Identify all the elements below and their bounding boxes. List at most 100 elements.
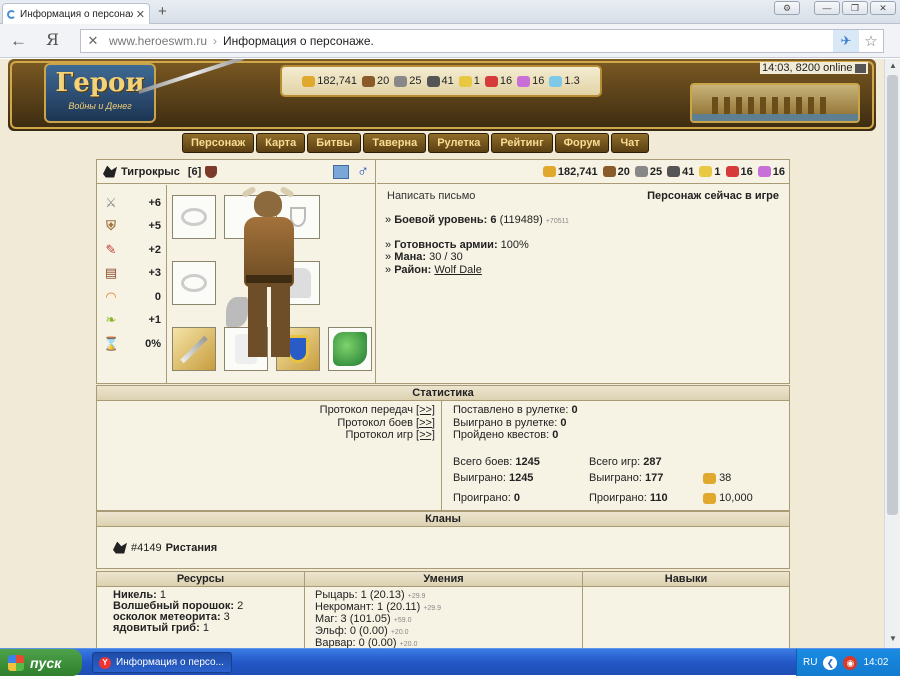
castle-banner	[690, 83, 860, 123]
diamond-icon	[549, 75, 563, 87]
browser-tabbar: Информация о персонаж ✕ + ⚙ — ❐ ✕	[0, 0, 900, 24]
ring-icon	[181, 208, 207, 226]
vertical-scrollbar[interactable]: ▲ ▼	[884, 59, 900, 648]
clan-id[interactable]: #4149	[131, 542, 162, 554]
nav-character[interactable]: Персонаж	[182, 133, 255, 153]
skills-list: Рыцарь: 1 (20.13) +29.9 Некромант: 1 (20…	[305, 587, 583, 648]
faction-shield-icon	[205, 165, 218, 178]
mercury-icon	[667, 166, 681, 177]
gold-icon	[302, 75, 316, 87]
clans-body: #4149 Ристания	[96, 527, 790, 569]
settings-icon[interactable]: ⚙	[774, 1, 800, 15]
yandex-browser-icon: Y	[99, 656, 111, 669]
close-window-button[interactable]: ✕	[870, 1, 896, 15]
attack-icon: ⚔	[105, 194, 117, 210]
system-tray: RU ❮ ◉ 14:02	[796, 649, 900, 676]
defense-icon: ⛨	[106, 218, 116, 234]
res-gold: 182,741	[302, 75, 357, 87]
res-mercury: 41	[426, 75, 454, 87]
nav-tavern[interactable]: Таверна	[363, 133, 427, 153]
stat-knowledge: ▤ +3	[104, 265, 161, 281]
talents-list	[583, 587, 789, 648]
nav-rating[interactable]: Рейтинг	[491, 133, 553, 153]
character-resources: 182,741 20 25 41 1 16 16	[377, 160, 789, 184]
protect-icon[interactable]: ✈	[833, 30, 859, 52]
slot-ring-2[interactable]	[172, 261, 216, 305]
statistics-body: Протокол передач [>>] Протокол боев [>>]…	[96, 401, 790, 511]
nav-battles[interactable]: Битвы	[307, 133, 362, 153]
stat-attack: ⚔ +6	[103, 191, 166, 215]
character-name: Тигрокрыс	[121, 165, 180, 178]
gold-icon	[542, 166, 556, 177]
nav-roulette[interactable]: Рулетка	[428, 133, 490, 153]
res-diamonds: 1.3	[549, 75, 580, 87]
main-nav: Персонаж Карта Битвы Таверна Рулетка Рей…	[182, 133, 649, 153]
character-level: [6]	[187, 165, 202, 178]
language-indicator[interactable]: RU	[803, 657, 817, 668]
gems-icon	[517, 75, 531, 87]
gems-icon	[757, 166, 771, 177]
statistics-header: Статистика	[96, 385, 790, 401]
ring-icon	[181, 274, 207, 292]
new-tab-button[interactable]: +	[158, 4, 167, 19]
scroll-thumb[interactable]	[887, 75, 898, 515]
url-page-title: Информация о персонаже.	[223, 34, 374, 48]
scroll-down-icon[interactable]: ▼	[887, 634, 899, 646]
mail-icon[interactable]	[333, 164, 349, 179]
url-host: www.heroeswm.ru	[109, 34, 208, 48]
character-info: » Боевой уровень: 6 (119489) +70511 » Го…	[385, 214, 569, 276]
resources-header: Ресурсы	[97, 572, 305, 586]
maximize-button[interactable]: ❐	[842, 1, 868, 15]
transfer-protocol-link[interactable]: [>>]	[416, 404, 435, 416]
stat-initiative: ⌛ 0%	[103, 335, 161, 351]
ore-icon	[634, 166, 648, 177]
character-title: Тигрокрыс [6] ♂	[97, 160, 375, 184]
nav-chat[interactable]: Чат	[611, 133, 649, 153]
windows-logo-icon	[8, 654, 24, 671]
nav-map[interactable]: Карта	[256, 133, 306, 153]
guild-icon	[113, 541, 127, 554]
scroll-up-icon[interactable]: ▲	[887, 61, 899, 73]
browser-tab[interactable]: Информация о персонаж ✕	[2, 3, 150, 24]
dragon-icon	[333, 332, 367, 366]
game-protocol-link[interactable]: [>>]	[416, 429, 435, 441]
taskbar-window-item[interactable]: Y Информация о персо...	[92, 652, 232, 673]
gold-icon	[703, 472, 716, 484]
stop-icon[interactable]: ✕	[81, 33, 105, 49]
loading-icon	[7, 9, 16, 19]
slot-pet[interactable]	[328, 327, 372, 371]
list-item: ядовитый гриб: 1	[113, 622, 209, 634]
network-icon[interactable]: ❮	[823, 655, 838, 670]
nav-forum[interactable]: Форум	[554, 133, 610, 153]
stat-spellpower: ✎ +2	[103, 238, 166, 262]
stat-luck: ◠ 0	[103, 285, 166, 309]
minimize-button[interactable]: —	[814, 1, 840, 15]
page-viewport: Герои Войны и Денег 182,741 20 25 41 1 1…	[0, 59, 884, 648]
write-letter-link[interactable]: Написать письмо	[387, 190, 475, 202]
antivirus-icon[interactable]: ◉	[843, 655, 858, 670]
slot-ring-1[interactable]	[172, 195, 216, 239]
start-button[interactable]: пуск	[0, 649, 82, 676]
wood-icon	[362, 75, 376, 87]
online-status: Персонаж сейчас в игре	[647, 190, 779, 202]
talents-header: Навыки	[664, 573, 708, 585]
resources-skills-header: Ресурсы Умения Навыки	[96, 571, 790, 587]
wood-icon	[602, 166, 616, 177]
ore-icon	[394, 75, 408, 87]
battle-protocol-link[interactable]: [>>]	[416, 417, 435, 429]
skills-header: Умения	[305, 572, 583, 586]
game-header: Герои Войны и Денег 182,741 20 25 41 1 1…	[8, 59, 876, 157]
clan-name[interactable]: Ристания	[166, 542, 218, 554]
address-bar[interactable]: ✕ www.heroeswm.ru › Информация о персона…	[80, 29, 884, 53]
res-crystal: 16	[484, 75, 512, 87]
hero-figure	[226, 185, 310, 363]
knowledge-icon: ▤	[104, 265, 118, 281]
close-tab-icon[interactable]: ✕	[136, 8, 145, 21]
yandex-button[interactable]: Я	[46, 30, 59, 49]
district-link[interactable]: Wolf Dale	[434, 264, 481, 276]
sulfur-icon	[458, 75, 472, 87]
sulfur-icon	[699, 166, 713, 177]
bookmark-star-icon[interactable]: ☆	[859, 32, 883, 50]
back-button[interactable]: ←	[10, 31, 27, 51]
slot-weapon[interactable]	[172, 327, 216, 371]
